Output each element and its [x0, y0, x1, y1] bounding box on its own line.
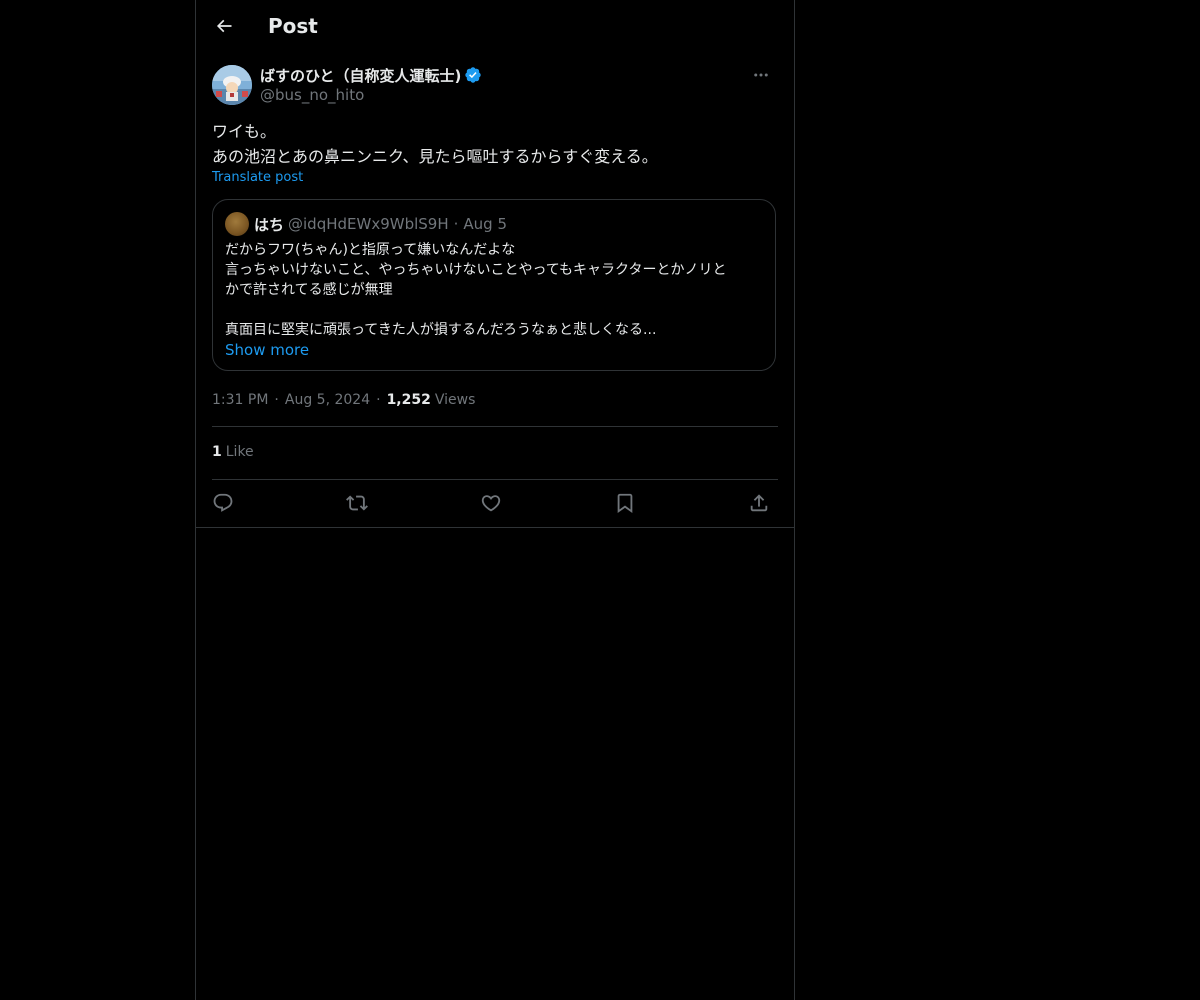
bookmark-button[interactable] — [608, 486, 642, 520]
page-header: Post — [196, 0, 794, 53]
post-text-line: あの池沼とあの鼻ニンニク、見たら嘔吐するからすぐ変える。 — [212, 147, 658, 166]
quoted-text-line: かで許されてる感じが無理 — [225, 282, 393, 298]
author-name[interactable]: ばすのひと（自称変人運転士) — [260, 65, 461, 86]
quoted-avatar — [225, 212, 249, 236]
bookmark-icon — [614, 492, 636, 514]
post-bottom-border — [196, 527, 794, 528]
back-button[interactable] — [208, 10, 240, 42]
verified-badge-icon[interactable] — [464, 66, 482, 84]
views-label: Views — [434, 392, 476, 408]
main-column: Post ばすのひと（自称変人運転士) @bus_no_hito ワイも。 あの… — [195, 0, 795, 1000]
like-icon — [480, 492, 502, 514]
quoted-author-handle: @idqHdEWx9WblS9H — [288, 215, 449, 233]
quoted-text: だからフワ(ちゃん)と指原って嫌いなんだよな 言っちゃいけないこと、やっちゃいけ… — [225, 240, 765, 340]
author-handle[interactable]: @bus_no_hito — [260, 86, 364, 104]
author-name-row: ばすのひと（自称変人運転士) — [260, 64, 482, 86]
share-button[interactable] — [742, 486, 776, 520]
post-author: ばすのひと（自称変人運転士) @bus_no_hito — [212, 64, 778, 108]
quoted-text-line — [225, 300, 765, 320]
quoted-text-line: 言っちゃいけないこと、やっちゃいけないことやってもキャラクターとかノリと — [225, 262, 727, 278]
divider — [212, 426, 778, 427]
post-date[interactable]: Aug 5, 2024 — [285, 392, 370, 408]
likes-label: Like — [225, 444, 254, 460]
quoted-text-line: だからフワ(ちゃん)と指原って嫌いなんだよな — [225, 242, 516, 258]
repost-button[interactable] — [340, 486, 374, 520]
quoted-post-header: はち @idqHdEWx9WblS9H · Aug 5 — [225, 212, 507, 236]
repost-icon — [346, 492, 368, 514]
divider — [212, 479, 778, 480]
post-text-line: ワイも。 — [212, 122, 277, 141]
likes-link[interactable]: 1 Like — [212, 444, 254, 460]
page-title: Post — [268, 14, 318, 38]
post-text: ワイも。 あの池沼とあの鼻ニンニク、見たら嘔吐するからすぐ変える。 — [212, 119, 778, 169]
like-button[interactable] — [474, 486, 508, 520]
quoted-text-line: 真面目に堅実に頑張ってきた人が損するんだろうなぁと悲しくなる... — [225, 322, 657, 338]
quoted-post[interactable]: はち @idqHdEWx9WblS9H · Aug 5 だからフワ(ちゃん)と指… — [212, 199, 776, 371]
likes-count: 1 — [212, 444, 222, 460]
meta-separator: · — [274, 392, 279, 408]
quoted-date: Aug 5 — [463, 215, 508, 233]
quoted-author-name: はち — [254, 215, 285, 234]
reply-icon — [212, 492, 234, 514]
show-more-link[interactable]: Show more — [225, 341, 309, 359]
post-actions — [212, 486, 778, 520]
share-icon — [748, 492, 770, 514]
reply-button[interactable] — [206, 486, 240, 520]
translate-post-link[interactable]: Translate post — [212, 170, 303, 185]
avatar[interactable] — [212, 65, 252, 105]
more-dots-icon — [752, 66, 770, 84]
post-time[interactable]: 1:31 PM — [212, 392, 268, 408]
more-options-button[interactable] — [744, 64, 778, 86]
views-count: 1,252 — [386, 392, 431, 408]
quoted-separator: · — [453, 215, 459, 233]
arrow-left-icon — [214, 16, 234, 36]
meta-separator: · — [376, 392, 381, 408]
post-meta: 1:31 PM · Aug 5, 2024 · 1,252 Views — [212, 390, 475, 410]
